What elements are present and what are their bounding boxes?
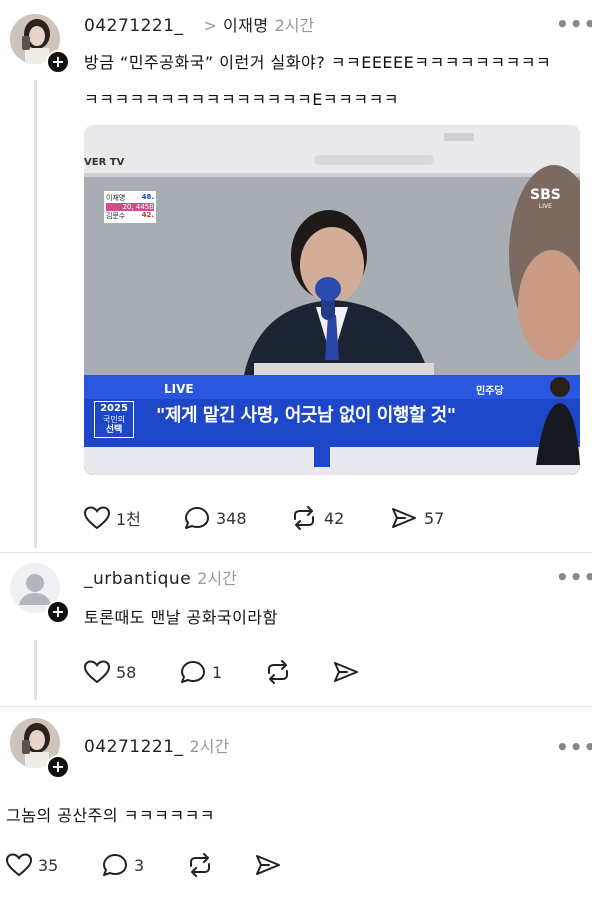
repost-button[interactable]	[186, 853, 214, 877]
share-button[interactable]	[254, 853, 282, 877]
more-options-button[interactable]: •••	[556, 565, 592, 589]
divider	[0, 552, 592, 553]
comment-count: 1	[212, 662, 223, 682]
comment-count: 348	[216, 508, 247, 528]
follow-plus-icon[interactable]: +	[46, 755, 70, 779]
comment-button[interactable]: 3	[102, 853, 144, 877]
post-text-line1: 방금 “민주공화국” 이런거 실화야? ㅋㅋEEEEEㅋㅋㅋㅋㅋㅋㅋㅋㅋ	[84, 53, 552, 72]
heart-icon	[84, 506, 110, 530]
comment-button[interactable]: 348	[184, 506, 247, 530]
reply-text: 토론때도 맨날 공화국이라함	[84, 608, 278, 627]
divider	[0, 706, 592, 707]
post-text-line2: ㅋㅋㅋㅋㅋㅋㅋㅋㅋㅋㅋㅋㅋㅋㅋEㅋㅋㅋㅋㅋ	[84, 90, 400, 109]
reply-username[interactable]: 04271221_	[84, 737, 184, 757]
heart-icon	[84, 660, 110, 684]
share-count: 57	[424, 508, 445, 528]
party-logo: 민주당	[476, 386, 504, 397]
repost-count: 42	[324, 508, 345, 528]
broadcaster-logo: SBS LIVE	[530, 187, 561, 210]
score-box: 이재명 48. 20, 445B 김문수 42.	[104, 191, 156, 223]
repost-button[interactable]	[264, 660, 292, 684]
reply-time: 2시간	[197, 569, 237, 588]
repost-icon	[268, 660, 288, 684]
send-icon	[256, 855, 280, 875]
repost-icon	[294, 506, 314, 530]
comment-count: 3	[134, 855, 145, 875]
post-image[interactable]: VER TV 이재명 48. 20, 445B 김문수 42. SBS LIVE L…	[84, 125, 580, 475]
repost-button[interactable]: 42	[290, 506, 344, 530]
like-button[interactable]: 58	[84, 660, 136, 684]
share-button[interactable]: 57	[390, 506, 444, 530]
thread-line	[34, 640, 37, 700]
reply-username[interactable]: _urbantique	[84, 569, 191, 589]
more-options-button[interactable]: •••	[556, 735, 592, 759]
reply-time: 2시간	[189, 737, 230, 756]
share-button[interactable]	[332, 660, 360, 684]
post-username[interactable]: 04271221_	[84, 16, 184, 36]
post-time: 2시간	[274, 16, 315, 35]
repost-icon	[190, 853, 210, 877]
follow-plus-icon[interactable]: +	[46, 600, 70, 624]
election-badge: 2025 국민의 선택	[94, 401, 134, 438]
like-count: 35	[38, 855, 59, 875]
like-button[interactable]: 35	[6, 853, 58, 877]
live-label: LIVE	[164, 382, 194, 396]
reply-arrow-icon: >	[203, 16, 217, 35]
score-row: 이재명 48.	[106, 193, 154, 202]
reply-text: 그놈의 공산주의 ㅋㅋㅋㅋㅋㅋ	[6, 806, 216, 825]
comment-button[interactable]: 1	[180, 660, 222, 684]
send-icon	[392, 508, 416, 528]
like-count: 1천	[116, 510, 141, 529]
comment-icon	[103, 854, 127, 876]
follow-plus-icon[interactable]: +	[46, 50, 70, 74]
heart-icon	[6, 853, 32, 877]
send-icon	[334, 662, 358, 682]
more-options-button[interactable]: •••	[556, 12, 592, 36]
like-button[interactable]: 1천	[84, 506, 141, 530]
browser-tab-label: VER TV	[84, 157, 125, 168]
like-count: 58	[116, 662, 137, 682]
comment-icon	[185, 507, 209, 529]
comment-icon	[181, 661, 205, 683]
thread-line	[34, 80, 37, 548]
score-row: 김문수 42.	[106, 211, 154, 220]
score-row: 20, 445B	[106, 203, 154, 211]
broadcast-caption: "제게 맡긴 사명, 어긋남 없이 이행할 것"	[156, 405, 456, 426]
reply-to-username[interactable]: 이재명	[223, 12, 269, 36]
